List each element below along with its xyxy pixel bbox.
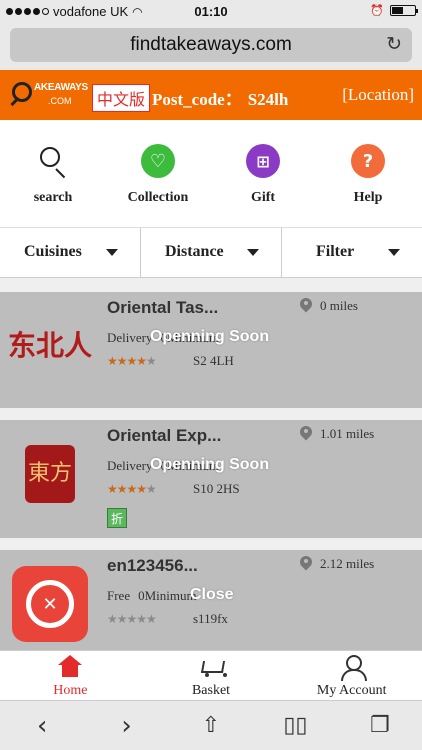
help-icon: ? bbox=[351, 144, 385, 178]
nav-basket[interactable]: Basket bbox=[141, 651, 282, 700]
location-pin-icon bbox=[300, 556, 312, 572]
chevron-down-icon bbox=[388, 249, 400, 256]
restaurant-distance: 0 miles bbox=[300, 298, 358, 314]
nav-home-label: Home bbox=[53, 683, 88, 698]
back-icon[interactable]: ‹ bbox=[0, 701, 84, 750]
restaurant-logo: 东北人 bbox=[8, 304, 92, 388]
logo-seal: 東方 bbox=[25, 445, 75, 503]
restaurant-card[interactable]: 東方 Oriental Exp... Delivery 0Minimum ★★★★… bbox=[0, 420, 422, 538]
restaurant-list: 东北人 Oriental Tas... Delivery 0Minimum ★★★… bbox=[0, 278, 422, 650]
delivery-text: Delivery bbox=[107, 330, 153, 345]
nav-account[interactable]: My Account bbox=[281, 651, 422, 700]
url-field[interactable]: findtakeaways.com ↻ bbox=[10, 28, 412, 62]
search-action[interactable]: search bbox=[3, 144, 103, 206]
filter-tabs: Cuisines Distance Filter bbox=[0, 228, 422, 278]
forward-icon[interactable]: › bbox=[84, 701, 168, 750]
restaurant-distance: 1.01 miles bbox=[300, 426, 374, 442]
distance-text: 2.12 miles bbox=[320, 556, 375, 571]
postcode-value: S24lh bbox=[247, 90, 289, 109]
home-icon bbox=[57, 655, 83, 679]
collection-label: Collection bbox=[127, 190, 189, 205]
rating-stars: ★★★★★ bbox=[107, 612, 157, 626]
discount-badge-icon: 折 bbox=[107, 508, 127, 528]
browser-toolbar: ‹ › ⇧ ▯▯ ❐ bbox=[0, 700, 422, 750]
status-overlay: Openning Soon bbox=[150, 328, 270, 345]
browser-address-bar: findtakeaways.com ↻ bbox=[0, 24, 422, 70]
nav-account-label: My Account bbox=[316, 683, 387, 698]
share-icon[interactable]: ⇧ bbox=[169, 701, 253, 750]
quick-actions: search ♡ Collection ⊞ Gift ? Help bbox=[0, 120, 422, 228]
distance-text: 0 miles bbox=[320, 298, 358, 313]
restaurant-distance: 2.12 miles bbox=[300, 556, 374, 572]
default-restaurant-icon: ✕ bbox=[12, 566, 88, 642]
nav-home[interactable]: Home bbox=[0, 651, 141, 700]
filter-dropdown[interactable]: Filter bbox=[282, 228, 422, 277]
postcode-label: Post_code： bbox=[152, 90, 242, 109]
minimum-text: 0Minimum bbox=[138, 588, 197, 603]
restaurant-card[interactable]: ✕ en123456... Free 0Minimum ★★★★★ s119fx … bbox=[0, 550, 422, 650]
collection-action[interactable]: ♡ Collection bbox=[108, 144, 208, 206]
delivery-text: Delivery bbox=[107, 458, 153, 473]
restaurant-logo: ✕ bbox=[8, 562, 92, 646]
help-label: Help bbox=[353, 190, 383, 205]
logo-subtext: .COM bbox=[48, 96, 72, 106]
account-icon bbox=[339, 655, 367, 681]
bookmarks-icon[interactable]: ▯▯ bbox=[253, 701, 337, 750]
url-text: findtakeaways.com bbox=[130, 34, 292, 55]
battery-icon bbox=[390, 5, 418, 16]
logo-text: AKEAWAYS bbox=[34, 82, 88, 93]
location-pin-icon bbox=[300, 298, 312, 314]
distance-dropdown[interactable]: Distance bbox=[141, 228, 282, 277]
search-icon bbox=[36, 144, 70, 179]
distance-text: 1.01 miles bbox=[320, 426, 375, 441]
reload-icon[interactable]: ↻ bbox=[386, 28, 402, 62]
language-button[interactable]: 中文版 bbox=[92, 84, 151, 112]
location-link[interactable]: [Location] bbox=[342, 85, 414, 105]
site-logo[interactable]: AKEAWAYS .COM bbox=[8, 78, 88, 112]
postcode-display: Post_code： S24lh bbox=[152, 85, 288, 110]
tabs-icon[interactable]: ❐ bbox=[338, 701, 422, 750]
restaurant-postcode: S2 4LH bbox=[193, 353, 234, 368]
status-overlay: Openning Soon bbox=[150, 456, 270, 473]
heart-icon: ♡ bbox=[141, 144, 175, 178]
restaurant-delivery-info: Free 0Minimum bbox=[107, 588, 197, 604]
restaurant-card[interactable]: 东北人 Oriental Tas... Delivery 0Minimum ★★★… bbox=[0, 292, 422, 408]
search-label: search bbox=[33, 190, 73, 205]
app-header: AKEAWAYS .COM 中文版 Post_code： S24lh [Locat… bbox=[0, 70, 422, 120]
rating-stars: ★★★★★ bbox=[107, 354, 157, 368]
clock: 01:10 bbox=[194, 4, 228, 19]
gift-action[interactable]: ⊞ Gift bbox=[213, 144, 313, 206]
basket-icon bbox=[198, 655, 227, 679]
location-pin-icon bbox=[300, 426, 312, 442]
restaurant-name: en123456... bbox=[107, 556, 198, 575]
status-right: ⏰ bbox=[370, 4, 418, 17]
status-overlay: Close bbox=[190, 586, 234, 603]
chevron-down-icon bbox=[106, 249, 118, 256]
restaurant-logo: 東方 bbox=[8, 432, 92, 516]
restaurant-name: Oriental Exp... bbox=[107, 426, 222, 445]
help-action[interactable]: ? Help bbox=[318, 144, 418, 206]
cuisines-dropdown[interactable]: Cuisines bbox=[0, 228, 141, 277]
status-bar: vodafone UK ◠ 01:10 ⏰ bbox=[0, 0, 422, 24]
restaurant-postcode: S10 2HS bbox=[193, 481, 240, 496]
restaurant-postcode: s119fx bbox=[193, 611, 228, 626]
gift-label: Gift bbox=[250, 190, 276, 205]
cuisines-label: Cuisines bbox=[24, 243, 82, 260]
alarm-icon: ⏰ bbox=[370, 4, 384, 17]
rating-stars: ★★★★★ bbox=[107, 482, 157, 496]
filter-label: Filter bbox=[316, 243, 355, 260]
bottom-nav: Home Basket My Account bbox=[0, 650, 422, 700]
delivery-text: Free bbox=[107, 588, 131, 603]
gift-icon: ⊞ bbox=[246, 144, 280, 178]
chevron-down-icon bbox=[247, 249, 259, 256]
distance-label: Distance bbox=[165, 243, 224, 260]
restaurant-name: Oriental Tas... bbox=[107, 298, 219, 317]
nav-basket-label: Basket bbox=[191, 683, 231, 698]
